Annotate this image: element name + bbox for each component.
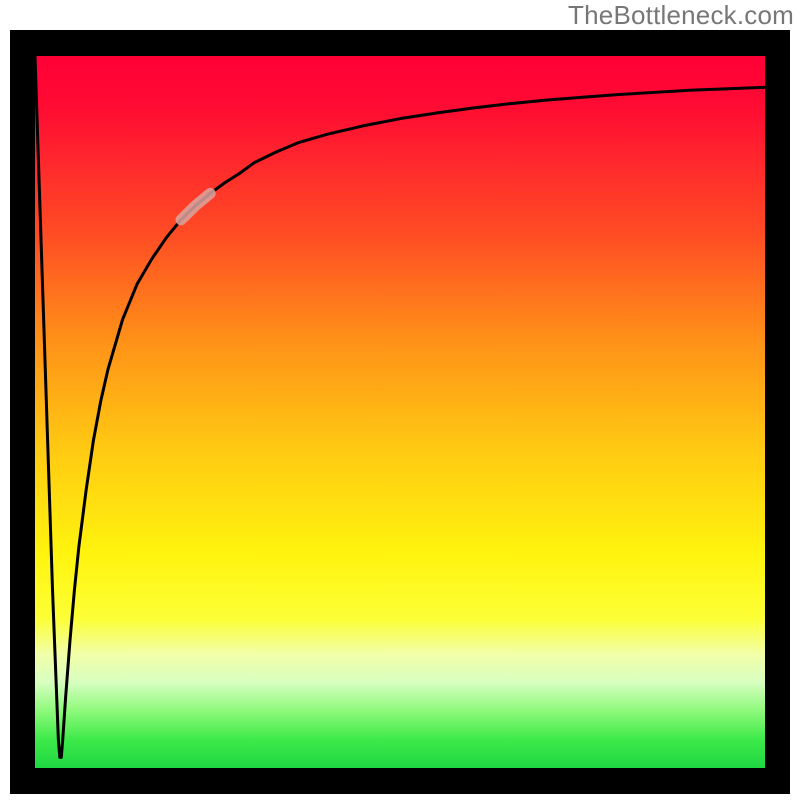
chart-plot-area: [35, 56, 765, 768]
watermark-text: TheBottleneck.com: [568, 0, 794, 31]
chart-svg: [35, 56, 765, 768]
chart-frame: [10, 30, 790, 794]
bottleneck-curve-line: [35, 56, 765, 757]
curve-highlight-segment: [181, 193, 210, 219]
